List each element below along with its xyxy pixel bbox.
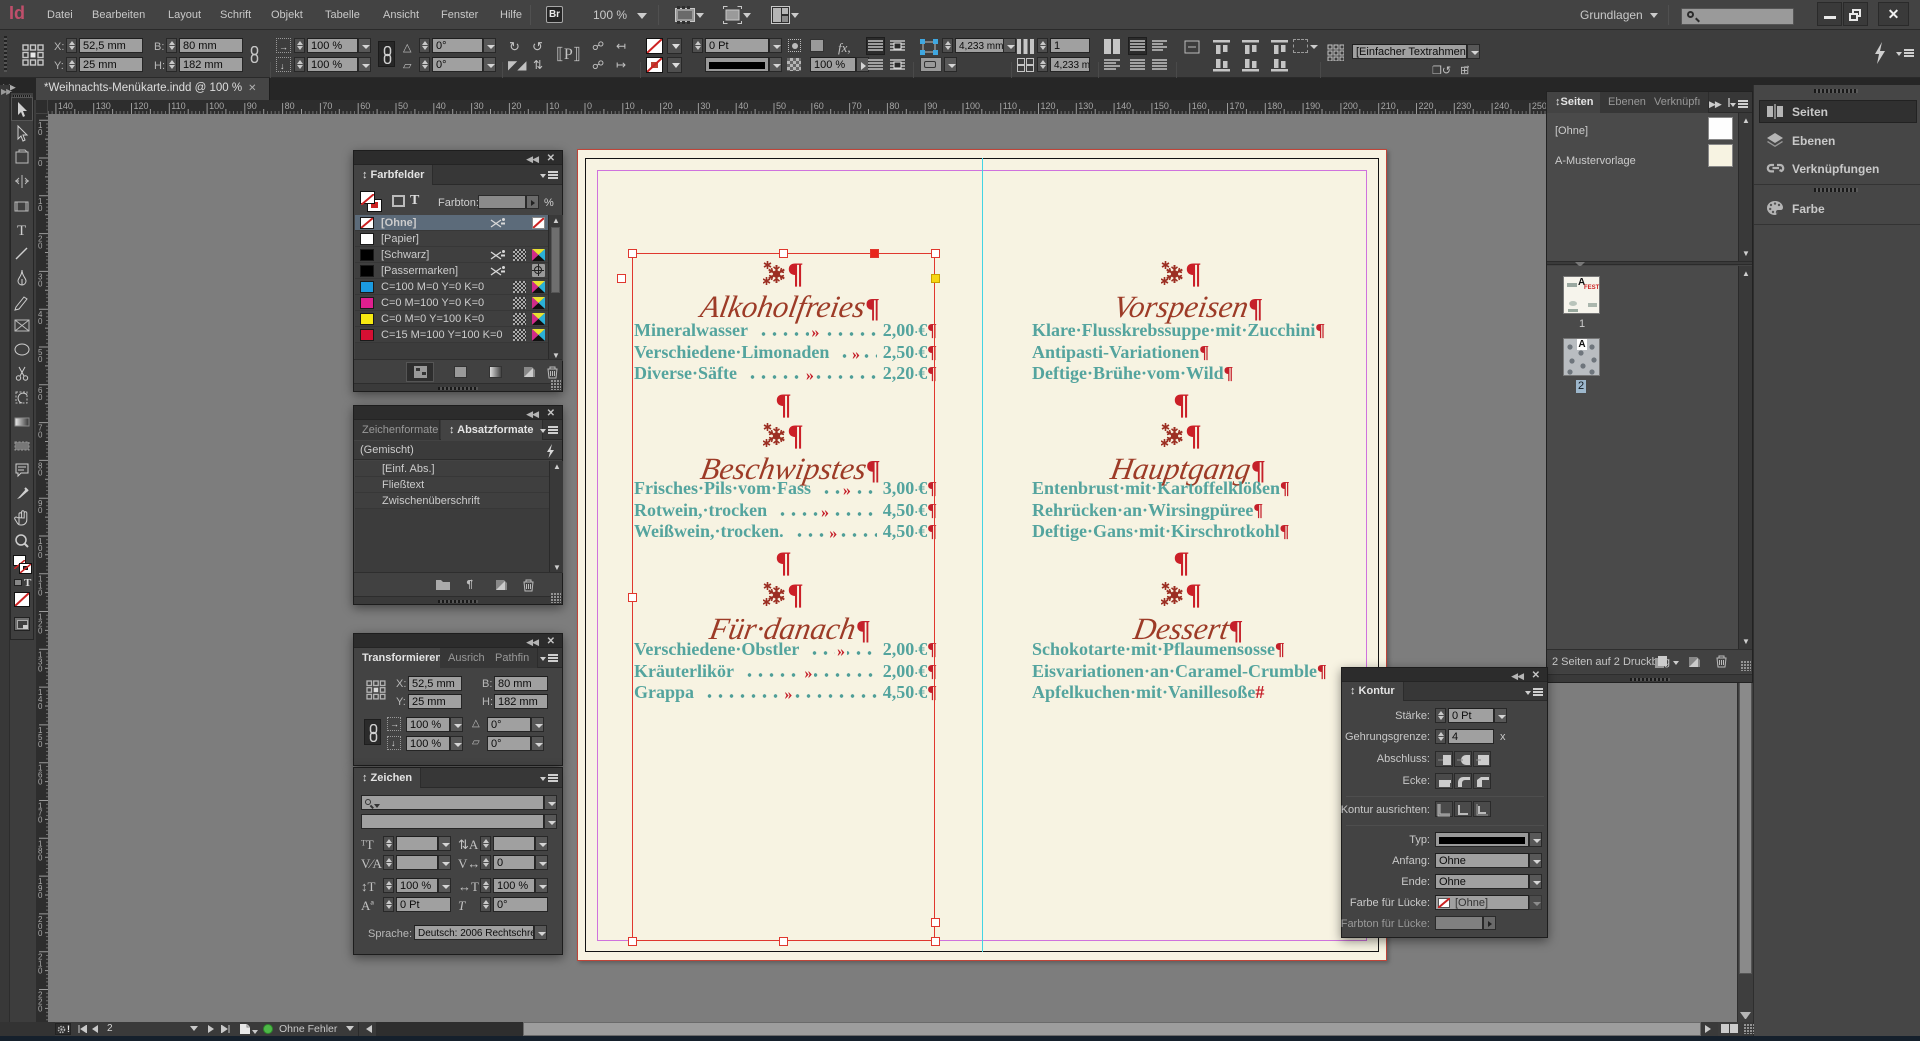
svg-text:130: 130: [96, 101, 111, 111]
svg-text:240: 240: [1494, 101, 1509, 111]
svg-text:190: 190: [38, 877, 43, 900]
svg-text:100: 100: [209, 101, 224, 111]
svg-text:40: 40: [38, 310, 43, 326]
svg-text:10: 10: [625, 101, 635, 111]
svg-text:120: 120: [38, 613, 43, 636]
svg-text:210: 210: [1381, 101, 1396, 111]
svg-text:70: 70: [852, 101, 862, 111]
svg-text:140: 140: [1116, 101, 1131, 111]
svg-text:90: 90: [247, 101, 257, 111]
svg-text:170: 170: [38, 802, 43, 825]
svg-text:20: 20: [38, 235, 43, 251]
svg-text:50: 50: [38, 348, 43, 364]
svg-text:250: 250: [1532, 101, 1547, 111]
svg-text:70: 70: [38, 424, 43, 440]
svg-text:40: 40: [738, 101, 748, 111]
svg-text:10: 10: [38, 121, 43, 137]
svg-text:50: 50: [398, 101, 408, 111]
svg-text:120: 120: [134, 101, 149, 111]
svg-text:90: 90: [927, 101, 937, 111]
svg-text:180: 180: [38, 839, 43, 862]
svg-text:120: 120: [1041, 101, 1056, 111]
svg-text:30: 30: [700, 101, 710, 111]
svg-text:140: 140: [38, 688, 43, 711]
svg-text:80: 80: [38, 461, 43, 477]
svg-text:220: 220: [1419, 101, 1434, 111]
svg-text:60: 60: [814, 101, 824, 111]
svg-text:130: 130: [1078, 101, 1093, 111]
svg-text:110: 110: [171, 101, 185, 111]
svg-text:30: 30: [38, 272, 43, 288]
svg-text:160: 160: [38, 764, 43, 787]
svg-text:60: 60: [38, 386, 43, 402]
svg-text:0: 0: [587, 101, 592, 111]
svg-text:160: 160: [1192, 101, 1207, 111]
svg-text:10: 10: [549, 101, 559, 111]
svg-text:200: 200: [38, 915, 43, 938]
svg-text:190: 190: [1305, 101, 1320, 111]
svg-text:200: 200: [1343, 101, 1358, 111]
svg-text:90: 90: [38, 499, 43, 515]
svg-text:170: 170: [1230, 101, 1245, 111]
svg-text:40: 40: [436, 101, 446, 111]
svg-text:T: T: [17, 223, 26, 239]
svg-text:10: 10: [38, 197, 43, 213]
svg-text:50: 50: [776, 101, 786, 111]
svg-text:100: 100: [965, 101, 980, 111]
svg-text:30: 30: [474, 101, 484, 111]
svg-text:150: 150: [1154, 101, 1169, 111]
svg-text:20: 20: [511, 101, 521, 111]
svg-text:60: 60: [360, 101, 370, 111]
svg-text:0: 0: [38, 159, 43, 168]
svg-text:220: 220: [38, 991, 43, 1014]
svg-text:100: 100: [38, 537, 43, 560]
svg-text:80: 80: [889, 101, 899, 111]
svg-text:20: 20: [663, 101, 673, 111]
svg-text:70: 70: [322, 101, 332, 111]
svg-text:140: 140: [58, 101, 73, 111]
svg-text:180: 180: [1267, 101, 1282, 111]
svg-text:150: 150: [38, 726, 43, 749]
svg-text:130: 130: [38, 650, 43, 673]
svg-text:210: 210: [38, 953, 43, 976]
svg-text:110: 110: [1003, 101, 1017, 111]
svg-text:230: 230: [1456, 101, 1471, 111]
svg-text:80: 80: [285, 101, 295, 111]
svg-text:110: 110: [38, 575, 43, 598]
